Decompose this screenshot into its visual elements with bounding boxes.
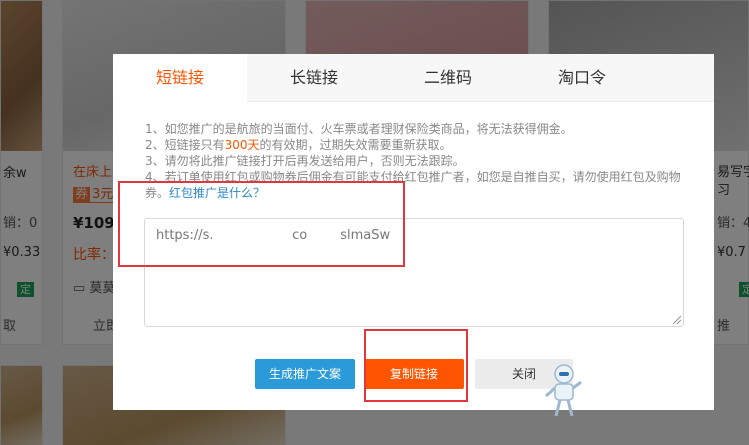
watermark-title: 安娜尔官网 bbox=[590, 372, 691, 394]
link-type-tabs: 短链接 长链接 二维码 淘口令 bbox=[113, 54, 714, 103]
red-packet-help-link[interactable]: 红包推广是什么？ bbox=[169, 186, 265, 200]
note-line: 4、若订单使用红包或购物券后佣金有可能支付给红包推广者，如您是自推自买，请勿使用… bbox=[145, 170, 681, 184]
tab-qr-code[interactable]: 二维码 bbox=[381, 54, 515, 102]
copy-link-button[interactable]: 复制链接 bbox=[364, 359, 464, 389]
short-link-value: https://s. co slmaSw bbox=[156, 228, 391, 243]
note-line: 2、短链接只有300天的有效期，过期失效需要重新获取。 bbox=[145, 138, 452, 152]
usage-notes: 1、如您推广的是航旅的当面付、火车票或者理财保险类商品，将无法获得佣金。 2、短… bbox=[145, 121, 690, 201]
tab-short-link[interactable]: 短链接 bbox=[113, 54, 247, 103]
generate-copy-button[interactable]: 生成推广文案 bbox=[255, 359, 355, 389]
tab-long-link[interactable]: 长链接 bbox=[247, 54, 381, 102]
watermark-url: —annaer.com— bbox=[594, 395, 688, 410]
robot-logo-icon bbox=[545, 364, 582, 417]
note-line: 券。红包推广是什么？ bbox=[145, 186, 266, 200]
note-line: 3、请勿将此推广链接打开后再发送给用户，否则无法跟踪。 bbox=[145, 154, 465, 168]
site-watermark: 安娜尔官网 —annaer.com— bbox=[540, 362, 749, 445]
tab-taokouling[interactable]: 淘口令 bbox=[515, 54, 649, 102]
short-link-textarea[interactable]: https://s. co slmaSw bbox=[144, 218, 684, 327]
note-line: 1、如您推广的是航旅的当面付、火车票或者理财保险类商品，将无法获得佣金。 bbox=[145, 122, 573, 136]
validity-highlight: 300天 bbox=[224, 138, 260, 152]
resize-handle-icon[interactable] bbox=[673, 316, 681, 324]
promotion-link-dialog: 短链接 长链接 二维码 淘口令 1、如您推广的是航旅的当面付、火车票或者理财保险… bbox=[113, 54, 714, 410]
